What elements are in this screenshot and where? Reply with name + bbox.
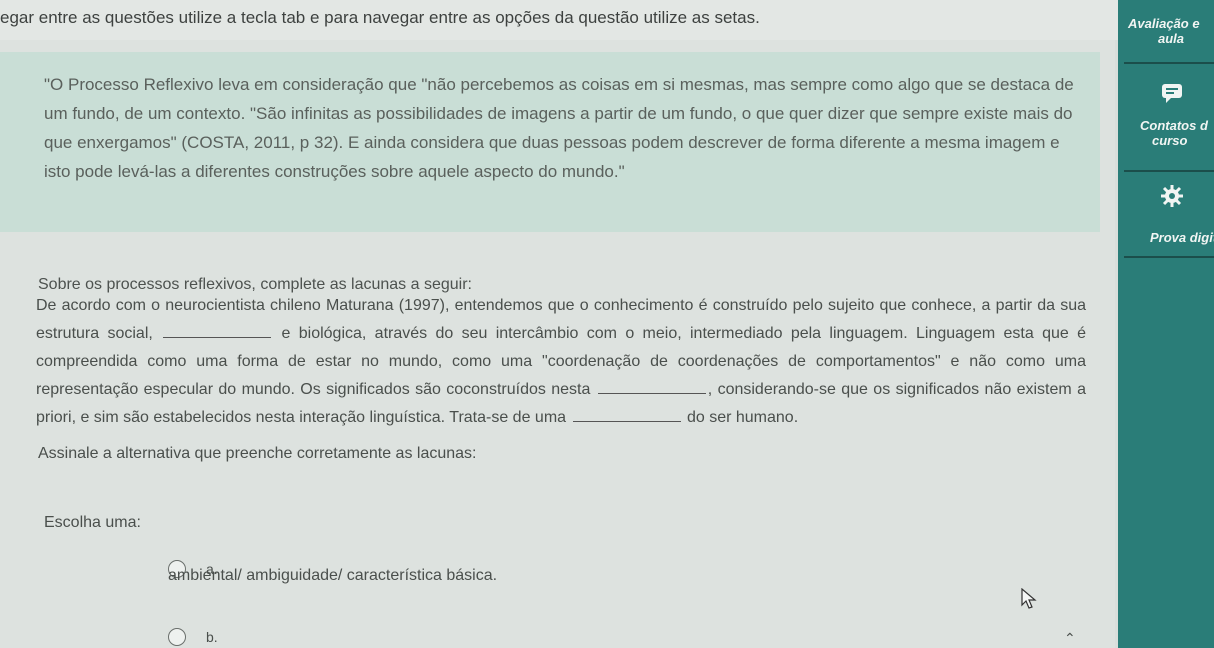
sidebar-divider — [1124, 170, 1214, 172]
chat-bubble-icon[interactable] — [1160, 82, 1184, 110]
sidebar-item-avaliacao[interactable]: Avaliação e aula — [1118, 16, 1214, 46]
choose-label: Escolha uma: — [44, 514, 141, 531]
sidebar-item-contatos-line2: curso — [1152, 133, 1188, 148]
option-b-radio[interactable] — [168, 628, 186, 646]
blank-1 — [163, 323, 272, 338]
right-sidebar: Avaliação e aula Contatos d curso Prova … — [1118, 0, 1214, 648]
sidebar-item-contatos-line1: Contatos d — [1140, 118, 1208, 133]
question-body: De acordo com o neurocientista chileno M… — [36, 292, 1086, 432]
answer-instruction: Assinale a alternativa que preenche corr… — [38, 445, 477, 462]
blank-3 — [572, 407, 681, 422]
mouse-cursor-icon — [1021, 588, 1037, 609]
chevron-up-icon[interactable]: ⌃ — [1064, 630, 1076, 647]
navigation-instruction-bar: egar entre as questões utilize a tecla t… — [0, 0, 1130, 40]
option-a-text[interactable]: ambiental/ ambiguidade/ característica b… — [168, 567, 497, 585]
quote-text: "O Processo Reflexivo leva em consideraç… — [44, 75, 1074, 181]
quote-box: "O Processo Reflexivo leva em consideraç… — [0, 52, 1100, 232]
sidebar-divider — [1124, 256, 1214, 258]
gear-icon[interactable] — [1160, 184, 1184, 214]
sidebar-item-avaliacao-line1: Avaliação e — [1128, 16, 1200, 31]
sidebar-item-avaliacao-line2: aula — [1158, 31, 1185, 46]
sidebar-item-prova-digital[interactable]: Prova digit — [1118, 230, 1214, 245]
navigation-instruction-text: egar entre as questões utilize a tecla t… — [0, 8, 760, 27]
sidebar-divider — [1124, 62, 1214, 64]
sidebar-item-contatos[interactable]: Contatos d curso — [1118, 118, 1214, 148]
body-part-4: do ser humano. — [686, 409, 799, 426]
option-b-letter: b. — [206, 629, 218, 645]
question-panel: "O Processo Reflexivo leva em consideraç… — [0, 40, 1115, 648]
blank-2 — [597, 379, 706, 394]
